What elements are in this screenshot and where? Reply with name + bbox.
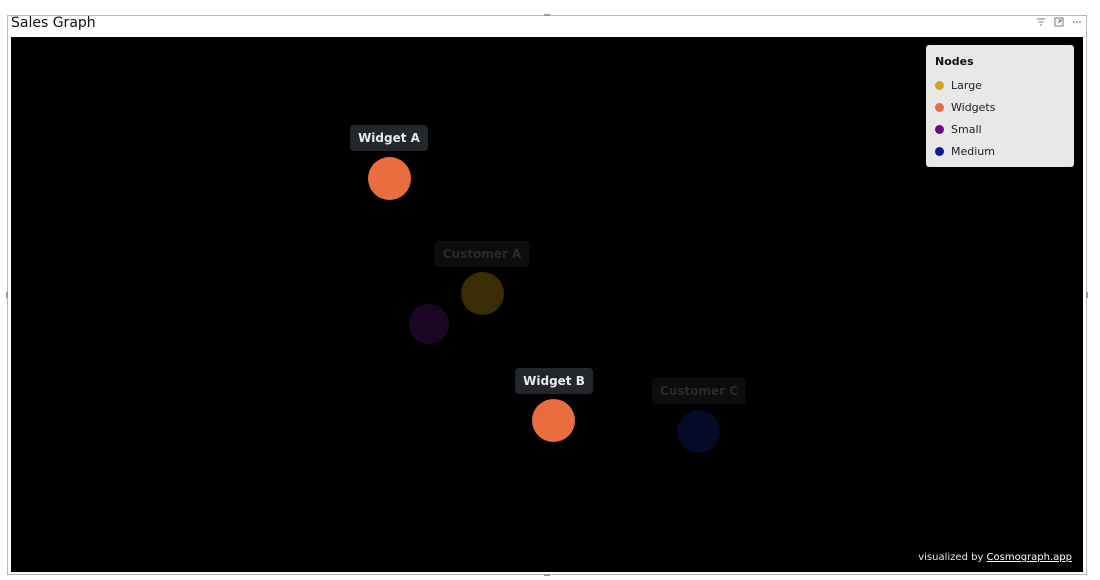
resize-handle-left[interactable] [6, 292, 8, 298]
legend-dot-icon [935, 146, 944, 156]
legend-dot-icon [935, 124, 944, 134]
visual-title: Sales Graph [11, 15, 96, 31]
legend-item-label: Large [951, 78, 982, 92]
legend-item-medium[interactable]: Medium [935, 140, 1065, 162]
more-options-icon[interactable] [1072, 17, 1082, 27]
node-label-customer-a: Customer A [434, 241, 530, 267]
legend-panel: Nodes Large Widgets Small Medium [926, 45, 1074, 167]
node-customer-a[interactable] [461, 272, 504, 315]
node-label-customer-c: Customer C [651, 378, 747, 404]
legend-dot-icon [935, 102, 944, 112]
resize-handle-right[interactable] [1086, 292, 1088, 298]
resize-handle-bottom[interactable] [544, 574, 550, 576]
legend-title: Nodes [935, 55, 974, 68]
node-unlabeled[interactable] [409, 304, 449, 344]
focus-mode-icon[interactable] [1054, 17, 1064, 27]
legend-item-large[interactable]: Large [935, 74, 1065, 96]
node-widget-a[interactable] [368, 157, 411, 200]
filter-icon[interactable] [1036, 17, 1046, 27]
legend-item-label: Medium [951, 144, 995, 158]
resize-handle-top[interactable] [544, 14, 550, 16]
graph-canvas[interactable]: Widget A Customer A Widget B Customer C … [11, 37, 1083, 572]
legend-item-label: Small [951, 122, 982, 136]
node-customer-c[interactable] [677, 410, 720, 453]
attribution: visualized by Cosmograph.app [918, 552, 1072, 563]
legend-dot-icon [935, 80, 944, 90]
legend-item-widgets[interactable]: Widgets [935, 96, 1065, 118]
visual-header-icons [1036, 17, 1082, 27]
node-label-widget-b: Widget B [515, 368, 593, 394]
cosmograph-link[interactable]: Cosmograph.app [987, 552, 1072, 563]
legend-item-label: Widgets [951, 100, 996, 114]
legend-item-small[interactable]: Small [935, 118, 1065, 140]
node-widget-b[interactable] [532, 399, 575, 442]
node-label-widget-a: Widget A [350, 125, 428, 151]
attribution-prefix: visualized by [918, 552, 984, 563]
